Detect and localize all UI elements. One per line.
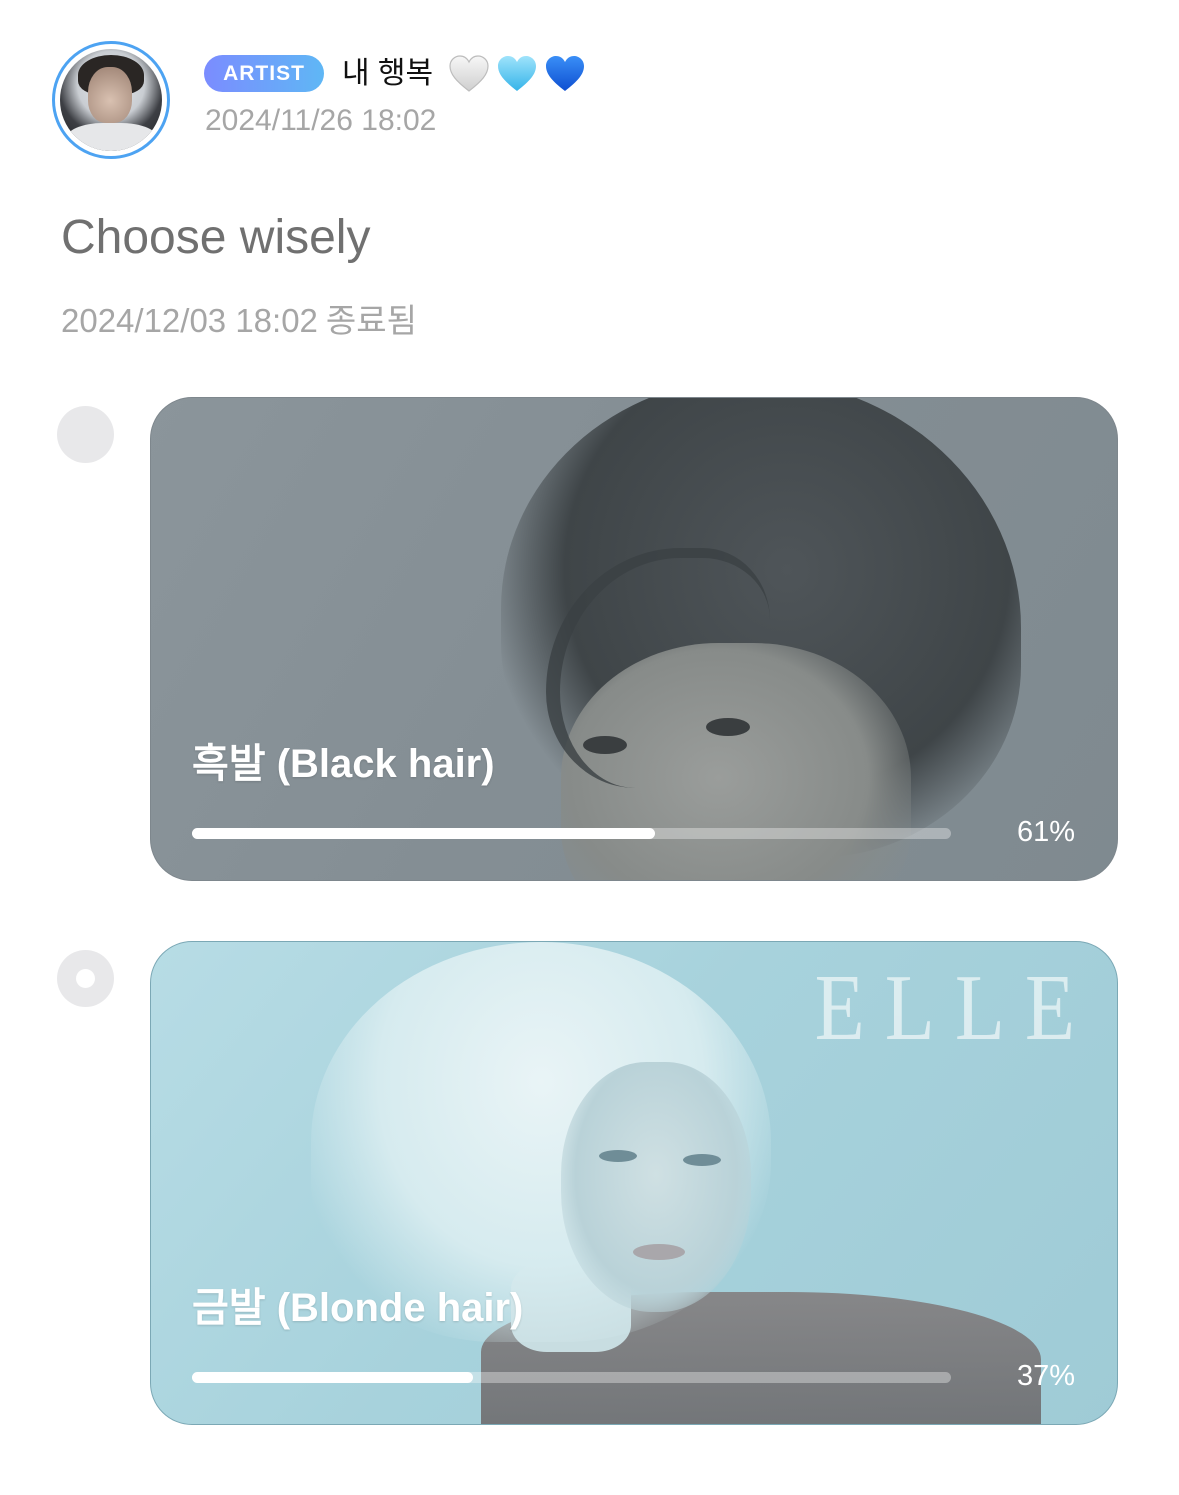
poll-title: Choose wisely	[61, 211, 371, 264]
poll-option-radio-selected[interactable]	[57, 950, 114, 1007]
option-photo: ELLE	[151, 942, 1117, 1424]
white-heart-icon	[449, 55, 489, 92]
vote-progress-bar	[192, 828, 951, 839]
poll-status: 종료됨	[325, 302, 418, 339]
blue-heart-icon	[546, 56, 584, 91]
poll-end-date: 2024/12/03 18:02 종료됨	[61, 294, 417, 342]
vote-percentage: 61%	[1016, 816, 1075, 848]
elle-watermark: ELLE	[814, 955, 1095, 1060]
vote-percentage: 37%	[1016, 1360, 1075, 1392]
light-blue-heart-icon	[498, 56, 536, 91]
poll-option-radio[interactable]	[57, 406, 114, 463]
poll-option-label: 금발 (Blonde hair)	[192, 1286, 524, 1330]
option-photo	[151, 398, 1117, 880]
artist-badge: ARTIST	[204, 55, 324, 92]
vote-progress-fill	[192, 1372, 473, 1383]
poll-option-blonde-hair[interactable]: ELLE 금발 (Blonde hair) 37%	[150, 941, 1118, 1425]
avatar[interactable]	[52, 41, 170, 159]
poll-option-label: 흑발 (Black hair)	[192, 742, 495, 786]
vote-progress-bar	[192, 1372, 951, 1383]
author-name[interactable]: 내 행복	[342, 54, 433, 94]
avatar-photo	[60, 49, 162, 151]
poll-option-black-hair[interactable]: 흑발 (Black hair) 61%	[150, 397, 1118, 881]
post-timestamp: 2024/11/26 18:02	[205, 104, 437, 137]
poll-end-timestamp: 2024/12/03 18:02	[61, 302, 318, 339]
heart-emojis	[448, 54, 586, 94]
vote-progress-fill	[192, 828, 655, 839]
